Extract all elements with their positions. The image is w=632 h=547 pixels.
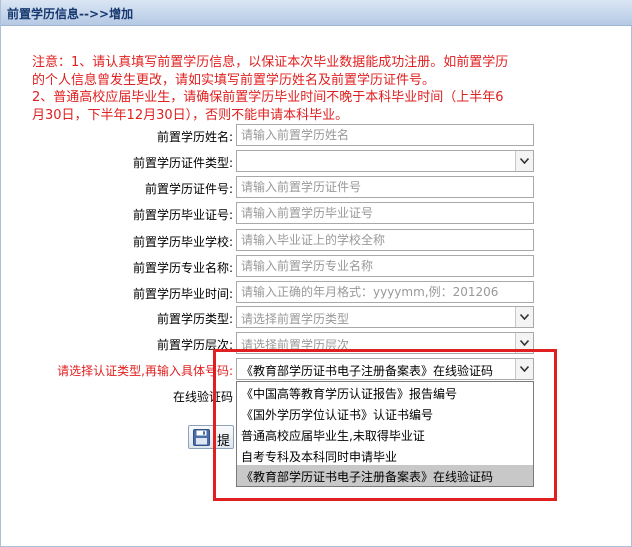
cert-type-label: 请选择认证类型,再输入具体号码:	[57, 364, 233, 378]
notice-text: 注意：1、请认真填写前置学历信息，以保证本次毕业数据能成功注册。如前置学历 的个…	[32, 54, 592, 124]
dropdown-option-selected[interactable]: 《教育部学历证书电子注册备案表》在线验证码	[237, 465, 533, 486]
row-id-type: 前置学历证件类型:	[1, 150, 632, 173]
dropdown-option[interactable]: 普通高校应届毕业生,未取得毕业证	[237, 424, 533, 445]
panel-header: 前置学历信息-->>增加	[1, 0, 632, 26]
chevron-down-icon[interactable]	[515, 359, 533, 379]
edu-level-placeholder: 请选择前置学历层次	[241, 338, 350, 352]
id-number-input[interactable]	[236, 176, 534, 198]
dropdown-option[interactable]: 自考专科及本科同时申请毕业	[237, 445, 533, 466]
edu-type-placeholder: 请选择前置学历类型	[241, 312, 350, 326]
form-window: 前置学历信息-->>增加 注意：1、请认真填写前置学历信息，以保证本次毕业数据能…	[0, 0, 632, 547]
school-input[interactable]	[236, 229, 534, 251]
dropdown-option[interactable]: 《中国高等教育学历认证报告》报告编号	[237, 382, 533, 403]
row-edu-level: 前置学历层次: 请选择前置学历层次	[1, 332, 632, 355]
row-name: 前置学历姓名:	[1, 124, 632, 147]
school-label: 前置学历毕业学校:	[132, 235, 233, 249]
row-id-number: 前置学历证件号:	[1, 176, 632, 199]
name-input[interactable]	[236, 124, 534, 146]
major-input[interactable]	[236, 255, 534, 277]
grad-time-label: 前置学历毕业时间:	[132, 287, 233, 301]
row-cert-type: 请选择认证类型,再输入具体号码: 《教育部学历证书电子注册备案表》在线验证码	[1, 358, 632, 381]
floppy-disk-icon	[193, 429, 210, 449]
cert-type-value: 《教育部学历证书电子注册备案表》在线验证码	[241, 364, 494, 378]
edu-type-select[interactable]: 请选择前置学历类型	[236, 306, 534, 328]
row-school: 前置学历毕业学校:	[1, 229, 632, 252]
id-number-label: 前置学历证件号:	[144, 182, 233, 196]
edu-type-label: 前置学历类型:	[156, 312, 233, 326]
chevron-down-icon[interactable]	[515, 307, 533, 327]
edu-level-label: 前置学历层次:	[156, 338, 233, 352]
cert-number-label: 前置学历毕业证号:	[132, 208, 233, 222]
cert-type-dropdown-list: 《中国高等教育学历认证报告》报告编号 《国外学历学位认证书》认证书编号 普通高校…	[236, 381, 534, 487]
chevron-down-icon[interactable]	[515, 151, 533, 171]
notice-line: 的个人信息曾发生更改，请如实填写前置学历姓名及前置学历证件号。	[32, 72, 436, 88]
notice-line: 注意：1、请认真填写前置学历信息，以保证本次毕业数据能成功注册。如前置学历	[32, 55, 509, 70]
row-grad-time: 前置学历毕业时间:	[1, 281, 632, 304]
row-major: 前置学历专业名称:	[1, 255, 632, 278]
edu-level-select[interactable]: 请选择前置学历层次	[236, 332, 534, 354]
name-label: 前置学历姓名:	[156, 130, 233, 144]
verify-code-label: 在线验证码	[172, 390, 233, 404]
notice-line: 月30日，下半年12月30日），否则不能申请本科毕业。	[32, 107, 349, 123]
notice-line: 2、普通高校应届毕业生，请确保前置学历毕业时间不晚于本科毕业时间（上半年6	[32, 90, 504, 105]
cert-type-select[interactable]: 《教育部学历证书电子注册备案表》在线验证码	[236, 358, 534, 380]
page-title: 前置学历信息-->>增加	[7, 7, 134, 21]
id-type-select[interactable]	[236, 150, 534, 172]
major-label: 前置学历专业名称:	[132, 261, 233, 275]
chevron-down-icon[interactable]	[515, 333, 533, 353]
id-type-label: 前置学历证件类型:	[132, 156, 233, 170]
cert-number-input[interactable]	[236, 202, 534, 224]
row-cert-number: 前置学历毕业证号:	[1, 202, 632, 225]
save-label: 提	[217, 434, 231, 449]
dropdown-option[interactable]: 《国外学历学位认证书》认证书编号	[237, 403, 533, 424]
grad-time-input[interactable]	[236, 281, 534, 303]
row-edu-type: 前置学历类型: 请选择前置学历类型	[1, 306, 632, 329]
save-button[interactable]: 提	[188, 425, 234, 449]
